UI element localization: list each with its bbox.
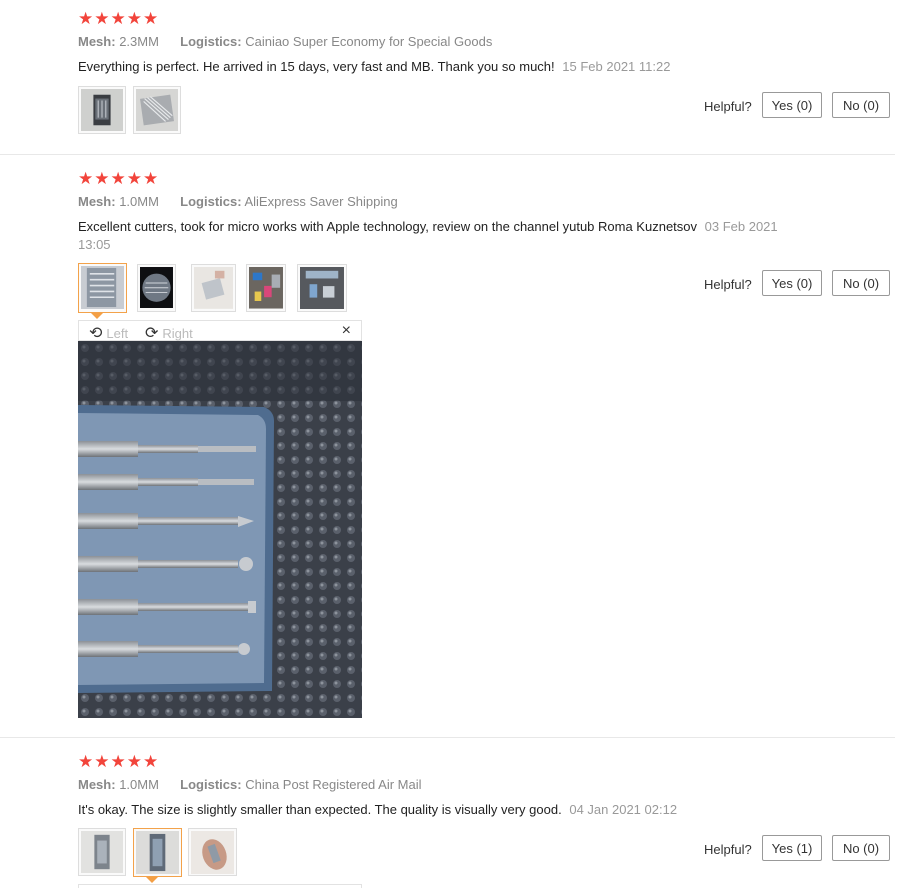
mesh-value: 1.0MM [119, 194, 159, 209]
logistics-value: Cainiao Super Economy for Special Goods [245, 34, 493, 49]
active-thumb-caret [91, 313, 103, 319]
photo-thumbnail [191, 831, 234, 874]
helpful-yes-button[interactable]: Yes (0) [762, 92, 822, 118]
review-photo-thumb[interactable] [188, 828, 237, 876]
star-icon: ★ [78, 9, 94, 28]
image-viewer-toolbar: ⟲ Left ⟳ Right × [78, 320, 362, 343]
review-meta: Mesh: 1.0MM Logistics: AliExpress Saver … [78, 194, 398, 209]
logistics-label: Logistics: [180, 194, 242, 209]
photo-thumbnail [136, 831, 179, 874]
mesh-label: Mesh: [78, 194, 116, 209]
review-body: Everything is perfect. He arrived in 15 … [78, 59, 555, 74]
helpful-no-button[interactable]: No (0) [832, 835, 890, 861]
star-icon: ★ [143, 169, 159, 188]
review-photo-thumb[interactable] [78, 86, 126, 134]
review-date: 15 Feb 2021 11:22 [562, 59, 671, 74]
photo-thumbnail [194, 267, 233, 309]
mesh-value: 1.0MM [119, 777, 159, 792]
review-text: It's okay. The size is slightly smaller … [78, 801, 788, 819]
rotate-left-label: Left [106, 325, 129, 341]
review-text: Excellent cutters, took for micro works … [78, 218, 788, 254]
photo-thumbnail [300, 267, 344, 310]
helpful-no-button[interactable]: No (0) [832, 92, 890, 118]
star-icon: ★ [143, 9, 159, 28]
star-icon: ★ [78, 169, 94, 188]
star-icon: ★ [94, 169, 110, 188]
logistics-value: China Post Registered Air Mail [245, 777, 422, 792]
photo-thumbnail [140, 267, 173, 309]
star-icon: ★ [78, 752, 94, 771]
helpful-label: Helpful? [704, 842, 752, 857]
review-photo-thumb[interactable] [246, 264, 286, 312]
review-date: 04 Jan 2021 02:12 [569, 802, 678, 817]
mesh-label: Mesh: [78, 34, 116, 49]
close-icon[interactable]: × [342, 322, 351, 340]
helpful-no-button[interactable]: No (0) [832, 270, 890, 296]
star-icon: ★ [94, 9, 110, 28]
rotate-left-icon: ⟲ [89, 325, 103, 342]
rotate-right-label: Right [162, 325, 193, 341]
photo-thumbnail [81, 89, 123, 131]
rotate-left-button[interactable]: ⟲ Left [89, 323, 128, 343]
review-photo-thumb[interactable] [191, 264, 236, 312]
rotate-right-button[interactable]: ⟳ Right [145, 323, 193, 343]
mesh-value: 2.3MM [119, 34, 159, 49]
review-photo-thumb-active[interactable] [78, 263, 127, 313]
review-photo-thumb[interactable] [297, 264, 347, 312]
photo-thumbnail [136, 89, 178, 131]
review-photo-thumb[interactable] [78, 828, 126, 876]
review-meta: Mesh: 2.3MM Logistics: Cainiao Super Eco… [78, 34, 492, 49]
review-meta: Mesh: 1.0MM Logistics: China Post Regist… [78, 777, 422, 792]
star-icon: ★ [126, 752, 142, 771]
star-rating: ★ ★ ★ ★ ★ [78, 10, 158, 27]
review-divider [0, 737, 895, 738]
photo-drill-bits [78, 341, 362, 718]
star-icon: ★ [110, 752, 126, 771]
helpful-label: Helpful? [704, 277, 752, 292]
image-viewer-toolbar-partial [78, 884, 362, 888]
star-icon: ★ [110, 169, 126, 188]
helpful-yes-button[interactable]: Yes (0) [762, 270, 822, 296]
star-icon: ★ [143, 752, 159, 771]
review-photo-thumb[interactable] [133, 86, 181, 134]
star-icon: ★ [94, 752, 110, 771]
rotate-right-icon: ⟳ [145, 325, 159, 342]
enlarged-review-photo [78, 341, 362, 718]
review-text: Everything is perfect. He arrived in 15 … [78, 58, 788, 76]
logistics-label: Logistics: [180, 777, 242, 792]
mesh-label: Mesh: [78, 777, 116, 792]
photo-thumbnail [81, 831, 123, 873]
review-divider [0, 154, 895, 155]
review-body: It's okay. The size is slightly smaller … [78, 802, 562, 817]
star-rating: ★ ★ ★ ★ ★ [78, 170, 158, 187]
photo-thumbnail [249, 267, 283, 309]
star-rating: ★ ★ ★ ★ ★ [78, 753, 158, 770]
logistics-value: AliExpress Saver Shipping [244, 194, 398, 209]
review-photo-thumb-active[interactable] [133, 828, 182, 877]
helpful-label: Helpful? [704, 99, 752, 114]
star-icon: ★ [126, 169, 142, 188]
helpful-yes-button[interactable]: Yes (1) [762, 835, 822, 861]
logistics-label: Logistics: [180, 34, 242, 49]
review-body: Excellent cutters, took for micro works … [78, 219, 698, 234]
star-icon: ★ [126, 9, 142, 28]
photo-thumbnail [81, 266, 124, 309]
active-thumb-caret [146, 877, 158, 883]
review-photo-thumb[interactable] [137, 264, 176, 312]
star-icon: ★ [110, 9, 126, 28]
